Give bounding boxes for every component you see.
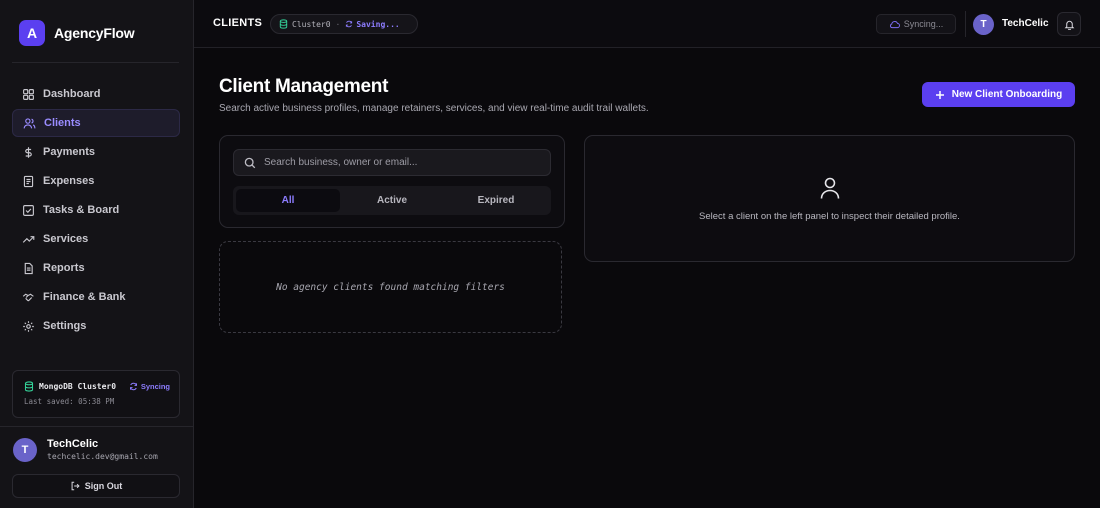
search-icon — [244, 157, 256, 168]
sidebar-item-label: Settings — [43, 320, 87, 332]
sidebar: A AgencyFlow Dashboard Clients Payments … — [0, 0, 194, 508]
new-client-button[interactable]: New Client Onboarding — [922, 82, 1075, 107]
sidebar-item-label: Finance & Bank — [43, 291, 126, 303]
avatar[interactable]: T — [973, 14, 994, 35]
gear-icon — [23, 320, 34, 332]
sidebar-item-label: Expenses — [43, 175, 95, 187]
tab-active[interactable]: Active — [340, 189, 444, 212]
sidebar-item-label: Clients — [44, 117, 81, 129]
database-icon — [279, 19, 288, 29]
handshake-icon — [22, 293, 34, 301]
sidebar-item-services[interactable]: Services — [12, 225, 180, 253]
sidebar-item-label: Services — [43, 233, 89, 245]
grid-icon — [23, 88, 34, 100]
sidebar-item-expenses[interactable]: Expenses — [12, 167, 180, 195]
divider — [0, 426, 194, 427]
database-icon — [24, 381, 34, 392]
sidebar-item-reports[interactable]: Reports — [12, 254, 180, 282]
db-last-saved: Last saved: 05:38 PM — [24, 397, 115, 406]
sidebar-item-settings[interactable]: Settings — [12, 312, 180, 340]
db-sync-label: Syncing — [140, 382, 170, 391]
logout-icon — [71, 481, 80, 491]
new-client-label: New Client Onboarding — [951, 89, 1063, 100]
search-input[interactable] — [264, 157, 550, 168]
detail-placeholder-text: Select a client on the left panel to ins… — [699, 211, 960, 222]
bell-icon — [1064, 20, 1074, 30]
sidebar-item-dashboard[interactable]: Dashboard — [12, 80, 180, 108]
search-box[interactable] — [233, 149, 551, 176]
dollar-icon — [25, 146, 32, 158]
avatar[interactable]: T — [13, 438, 37, 462]
db-status-card: MongoDB Cluster0 Syncing Last saved: 05:… — [12, 370, 180, 418]
tab-all[interactable]: All — [236, 189, 340, 212]
empty-state-text: No agency clients found matching filters — [276, 281, 505, 293]
cluster-status-pill: Cluster0 · Saving... — [270, 14, 418, 34]
plus-icon — [935, 90, 944, 99]
user-name[interactable]: TechCelic — [1002, 18, 1049, 29]
sidebar-item-label: Dashboard — [43, 88, 101, 100]
filter-card: All Active Expired — [219, 135, 565, 228]
saving-status: Saving... — [345, 19, 400, 29]
checkbox-icon — [23, 204, 34, 216]
sidebar-item-finance[interactable]: Finance & Bank — [12, 283, 180, 311]
sync-status-pill: Syncing... — [876, 14, 956, 34]
sidebar-item-label: Reports — [43, 262, 85, 274]
brand-name: AgencyFlow — [54, 25, 135, 41]
db-sync-status: Syncing — [129, 382, 170, 391]
saving-label: Saving... — [356, 19, 400, 29]
user-email: techcelic.dev@gmail.com — [47, 452, 158, 461]
sign-out-button[interactable]: Sign Out — [12, 474, 180, 498]
file-text-icon — [24, 262, 33, 274]
sidebar-item-label: Tasks & Board — [43, 204, 120, 216]
refresh-icon — [129, 382, 137, 391]
status-filter-tabs: All Active Expired — [233, 186, 551, 215]
cluster-name: Cluster0 — [292, 19, 331, 29]
users-icon — [23, 117, 36, 128]
divider — [965, 11, 966, 37]
divider — [12, 62, 179, 63]
page-title: Client Management — [219, 76, 389, 97]
client-list-empty: No agency clients found matching filters — [219, 241, 562, 333]
trending-icon — [22, 235, 35, 243]
brand[interactable]: A AgencyFlow — [19, 20, 135, 46]
db-status-row: MongoDB Cluster0 Syncing — [24, 381, 170, 392]
cloud-icon — [889, 20, 900, 28]
db-cluster-name: MongoDB Cluster0 — [39, 382, 117, 391]
sidebar-nav: Dashboard Clients Payments Expenses Task… — [12, 80, 180, 341]
brand-logo: A — [19, 20, 45, 46]
sidebar-item-label: Payments — [43, 146, 95, 158]
sign-out-label: Sign Out — [84, 481, 123, 491]
client-detail-panel: Select a client on the left panel to ins… — [584, 135, 1075, 262]
breadcrumb: CLIENTS — [213, 17, 263, 29]
receipt-icon — [23, 175, 34, 187]
user-name: TechCelic — [47, 438, 99, 450]
sidebar-item-clients[interactable]: Clients — [12, 109, 180, 137]
separator: · — [335, 19, 341, 29]
sidebar-item-tasks[interactable]: Tasks & Board — [12, 196, 180, 224]
sync-label: Syncing... — [903, 19, 944, 29]
page-subtitle: Search active business profiles, manage … — [219, 103, 649, 114]
refresh-icon — [346, 20, 353, 28]
tab-expired[interactable]: Expired — [444, 189, 548, 212]
topbar: CLIENTS Cluster0 · Saving... Syncing... … — [194, 0, 1100, 48]
user-icon — [820, 177, 840, 199]
notifications-button[interactable] — [1057, 12, 1081, 36]
sidebar-item-payments[interactable]: Payments — [12, 138, 180, 166]
